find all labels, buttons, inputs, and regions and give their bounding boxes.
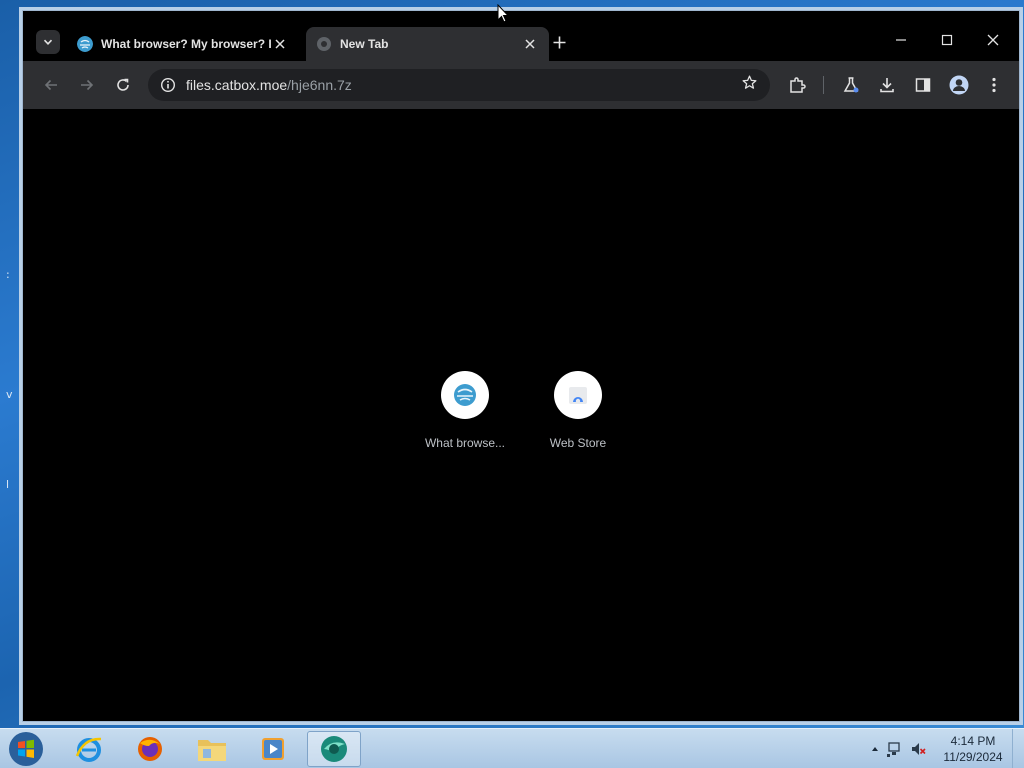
close-icon [525,39,535,49]
firefox-icon [138,737,162,761]
bookmark-star-button[interactable] [741,74,758,96]
new-tab-button[interactable] [548,31,570,53]
url-path: /hje6nn.7z [287,77,352,93]
url-text[interactable]: files.catbox.moe/hje6nn.7z [186,77,352,93]
desktop-icon-fragment: : [6,268,10,281]
new-tab-page: What browse... Web Store [23,109,1019,721]
minimize-icon [896,39,906,41]
extensions-button[interactable] [783,73,811,97]
shortcut-web-store[interactable]: Web Store [522,371,634,450]
puzzle-icon [790,77,806,93]
maximize-button[interactable] [924,25,970,55]
globe-icon [77,36,93,52]
desktop-icon-fragment: v [6,388,13,401]
shortcut-label: What browse... [424,436,506,450]
start-button[interactable] [6,731,46,767]
more-vert-icon [992,77,996,93]
mouse-cursor-icon [497,4,509,23]
tab-strip: What browser? My browser? Is New Tab [23,11,1019,61]
chevron-down-icon [43,39,53,45]
browser-toolbar: files.catbox.moe/hje6nn.7z [23,61,1019,109]
system-tray [868,729,930,768]
taskbar-internet-explorer[interactable] [62,731,116,767]
shortcut-label: Web Store [549,436,607,450]
tab-title: New Tab [340,37,389,51]
url-domain: files.catbox.moe [186,77,288,93]
shortcut-what-browser[interactable]: What browse... [409,371,521,450]
back-button[interactable] [37,73,65,97]
browser-app-icon [321,736,347,762]
file-explorer-icon [198,740,226,761]
profile-button[interactable] [945,73,973,97]
taskbar-browser-app[interactable] [307,731,361,767]
tab-title: What browser? My browser? Is [101,37,271,51]
clock-time: 4:14 PM [950,734,996,748]
clock-date: 11/29/2024 [943,750,1003,764]
browser-window: What browser? My browser? Is New Tab fil… [22,10,1020,722]
flask-icon [843,77,859,93]
plus-icon [553,36,565,48]
site-globe-icon [454,384,476,406]
tab-new-tab[interactable]: New Tab [306,27,549,61]
chrome-newtab-icon [317,37,331,51]
clock[interactable]: 4:14 PM 11/29/2024 [940,733,1006,765]
windows-logo-icon [9,732,43,766]
arrow-left-icon [44,79,57,91]
close-tab-button[interactable] [271,35,289,53]
desktop-icon-fragment: l [6,478,10,491]
forward-button[interactable] [73,73,101,97]
tab-search-button[interactable] [36,30,60,54]
volume-button[interactable] [906,741,930,757]
reload-icon [117,78,129,91]
tab-what-browser[interactable]: What browser? My browser? Is [67,27,299,61]
arrow-right-icon [81,79,94,91]
close-icon [275,39,285,49]
web-store-icon [569,387,587,404]
volume-muted-icon [912,743,926,755]
side-panel-button[interactable] [909,73,937,97]
close-window-button[interactable] [970,25,1016,55]
network-button[interactable] [882,741,906,757]
shortcut-tile[interactable] [554,371,602,419]
star-icon [742,75,757,89]
close-icon [987,34,999,46]
labs-button[interactable] [837,73,865,97]
site-info-icon[interactable] [160,77,176,93]
taskbar-media-player[interactable] [246,731,300,767]
shortcut-tile[interactable] [441,371,489,419]
minimize-button[interactable] [878,25,924,55]
show-hidden-icons-button[interactable] [868,745,882,753]
downloads-button[interactable] [873,73,901,97]
show-desktop-button[interactable] [1012,729,1024,768]
maximize-icon [941,34,953,46]
internet-explorer-icon [75,737,102,762]
side-panel-icon [915,78,931,92]
chevron-up-icon [872,747,878,751]
address-bar[interactable]: files.catbox.moe/hje6nn.7z [148,69,770,101]
taskbar-firefox[interactable] [123,731,177,767]
download-icon [880,78,894,93]
taskbar-file-explorer[interactable] [185,731,239,767]
menu-button[interactable] [980,73,1008,97]
network-icon [887,742,900,757]
media-player-icon [262,738,284,760]
toolbar-separator [823,76,824,94]
avatar-icon [949,75,969,95]
reload-button[interactable] [109,73,137,97]
close-tab-button[interactable] [521,35,539,53]
taskbar: 4:14 PM 11/29/2024 [0,728,1024,768]
